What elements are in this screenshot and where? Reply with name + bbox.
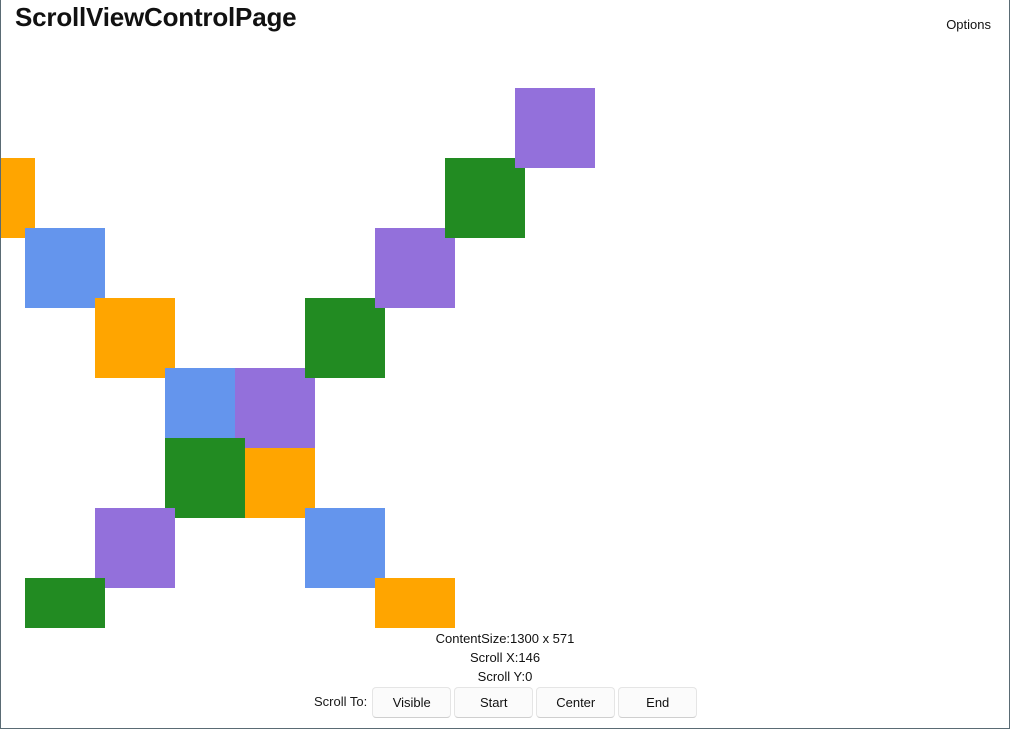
color-tile [165, 368, 245, 448]
scroll-to-center-button[interactable]: Center [536, 686, 616, 718]
scroll-y-text: Scroll Y:0 [477, 669, 533, 684]
scroll-to-visible-button[interactable]: Visible [372, 686, 452, 718]
page-title: ScrollViewControlPage [15, 2, 297, 32]
scroll-to-start-button[interactable]: Start [454, 686, 534, 718]
app-window: ScrollViewControlPage Options ContentSiz… [0, 0, 1010, 729]
color-tile [235, 368, 315, 448]
color-tile [25, 228, 105, 308]
color-tile [305, 508, 385, 588]
color-tile [375, 578, 455, 628]
color-tile [95, 508, 175, 588]
scroll-to-toolbar: Scroll To: Visible Start Center End [314, 686, 698, 718]
color-tile [25, 578, 105, 628]
content-size-text: ContentSize:1300 x 571 [435, 631, 575, 646]
color-tile [95, 298, 175, 378]
options-button[interactable]: Options [946, 16, 991, 34]
color-tile [515, 88, 595, 168]
color-tile [1, 158, 35, 238]
color-tile [305, 298, 385, 378]
scroll-to-end-button[interactable]: End [618, 686, 698, 718]
scroll-x-text: Scroll X:146 [469, 650, 541, 665]
scroll-to-label: Scroll To: [314, 694, 368, 709]
scroll-view[interactable] [1, 40, 1009, 628]
color-tile [375, 228, 455, 308]
color-tile [445, 158, 525, 238]
scroll-status: ContentSize:1300 x 571 Scroll X:146 Scro… [1, 629, 1009, 686]
color-tile [165, 438, 245, 518]
